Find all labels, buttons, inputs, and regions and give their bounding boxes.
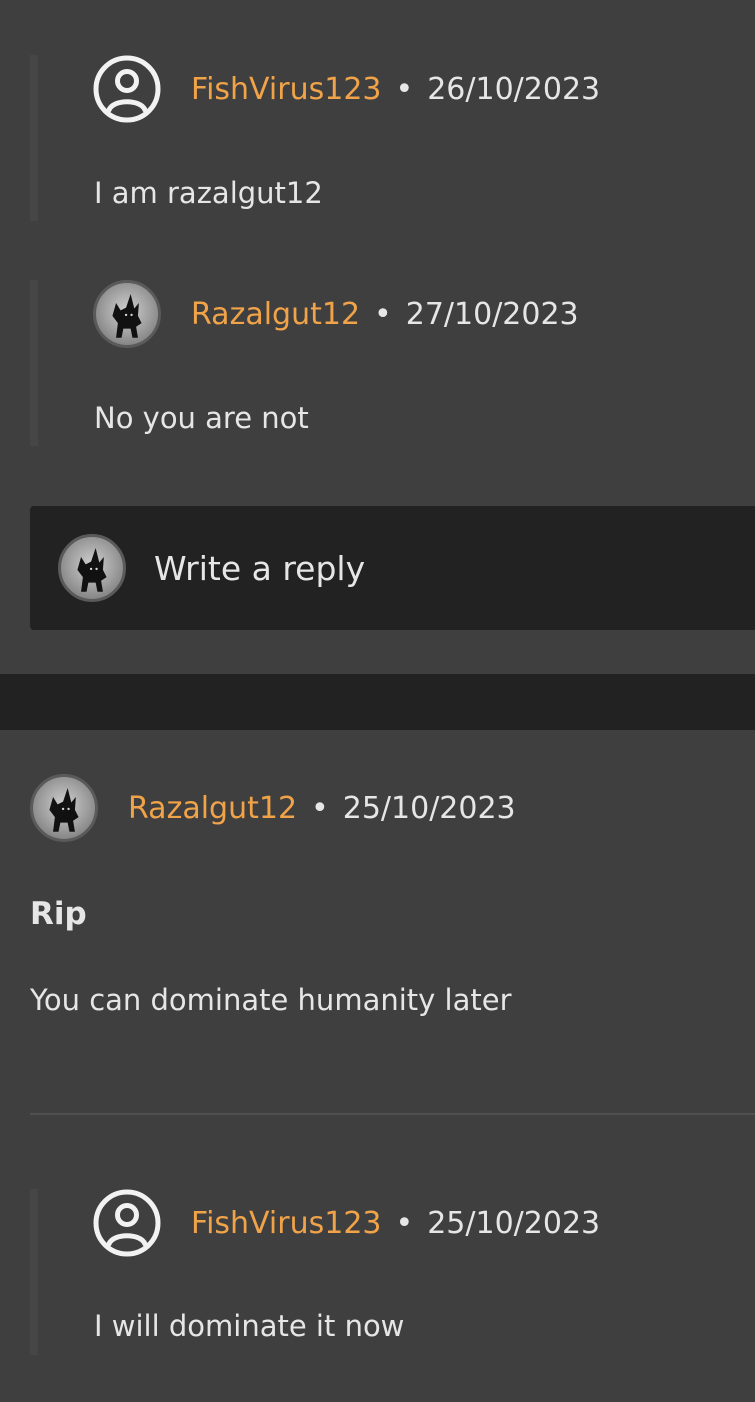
reply-item: FishVirus123 • 25/10/2023 I will dominat… — [30, 1189, 755, 1355]
default-user-icon[interactable] — [93, 55, 161, 123]
comment-date: 27/10/2023 — [405, 296, 579, 332]
username-link[interactable]: FishVirus123 — [191, 1206, 382, 1241]
reply-input-placeholder[interactable]: Write a reply — [154, 549, 365, 588]
separator-dot: • — [395, 71, 414, 107]
thread-line[interactable] — [30, 1189, 38, 1355]
comment-date: 25/10/2023 — [427, 1205, 601, 1241]
black-cat-avatar[interactable] — [93, 280, 161, 348]
username-link[interactable]: FishVirus123 — [191, 72, 382, 107]
section-divider — [0, 674, 755, 730]
comment-date: 26/10/2023 — [427, 71, 601, 107]
reply-item: FishVirus123 • 26/10/2023 I am razalgut1… — [30, 55, 755, 221]
black-cat-avatar — [58, 534, 126, 602]
comment-text: I will dominate it now — [94, 1309, 405, 1343]
write-reply-box[interactable]: Write a reply — [30, 506, 755, 630]
post-body: You can dominate humanity later — [30, 983, 512, 1017]
comment-text: I am razalgut12 — [94, 176, 323, 210]
separator-dot: • — [374, 296, 392, 332]
post-title: Rip — [30, 896, 87, 932]
comment-header: Razalgut12 • 27/10/2023 — [93, 280, 579, 348]
reply-item: Razalgut12 • 27/10/2023 No you are not — [30, 280, 755, 446]
username-link[interactable]: Razalgut12 — [128, 791, 297, 826]
separator-dot: • — [311, 790, 329, 826]
post-date: 25/10/2023 — [342, 790, 516, 826]
reply-thread-section: FishVirus123 • 26/10/2023 I am razalgut1… — [0, 0, 755, 674]
default-user-icon[interactable] — [93, 1189, 161, 1257]
post-divider — [30, 1113, 755, 1115]
comment-text: No you are not — [94, 401, 309, 435]
username-link[interactable]: Razalgut12 — [191, 297, 360, 332]
separator-dot: • — [395, 1205, 414, 1241]
thread-line[interactable] — [30, 55, 38, 221]
thread-line[interactable] — [30, 280, 38, 446]
black-cat-avatar[interactable] — [30, 774, 98, 842]
post-header: Razalgut12 • 25/10/2023 — [30, 774, 516, 842]
comment-header: FishVirus123 • 25/10/2023 — [93, 1189, 600, 1257]
comment-header: FishVirus123 • 26/10/2023 — [93, 55, 600, 123]
